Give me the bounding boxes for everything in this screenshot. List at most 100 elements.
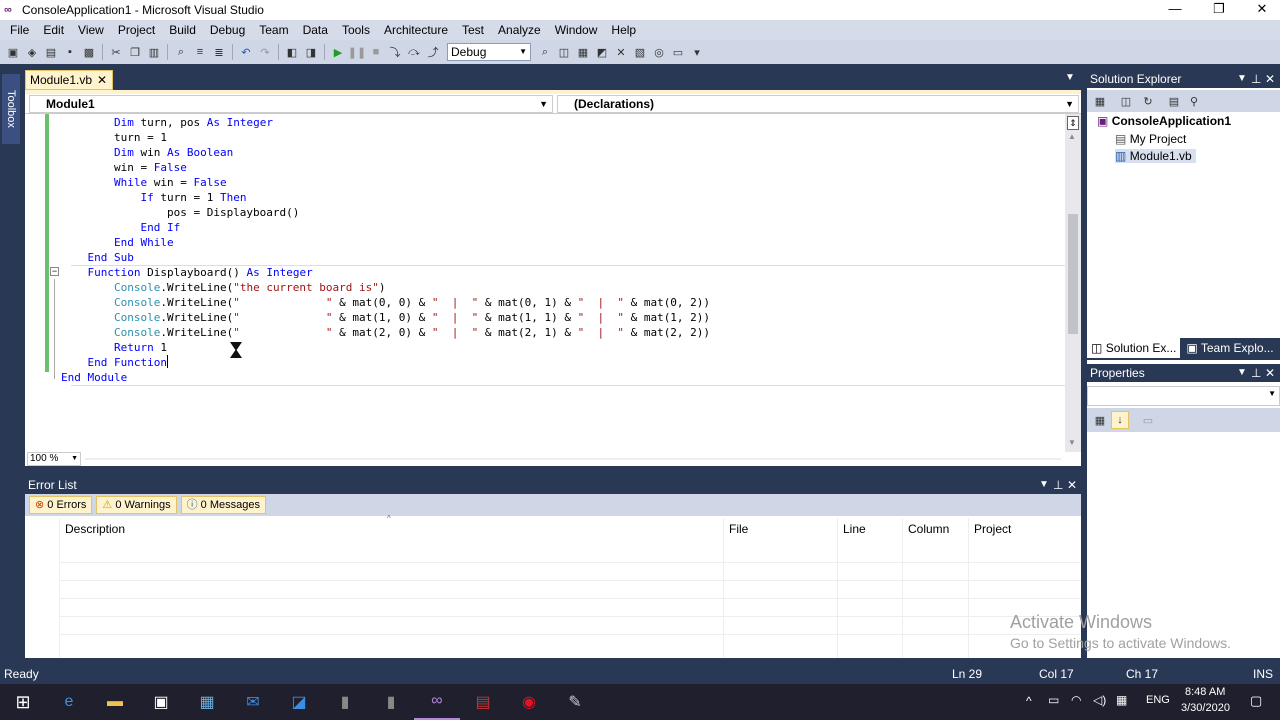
wifi-icon[interactable]: ◠: [1071, 693, 1081, 707]
menu-analyze[interactable]: Analyze: [491, 23, 548, 37]
panel-menu-icon[interactable]: ▼: [1039, 476, 1049, 494]
step-into-icon[interactable]: ⤵: [386, 43, 404, 61]
toolbox-tab[interactable]: Toolbox: [2, 74, 20, 144]
notifications-icon[interactable]: ▢: [1250, 693, 1262, 709]
paste-icon[interactable]: ▥: [145, 43, 163, 61]
start-debugging-icon[interactable]: ▶: [329, 43, 347, 61]
horizontal-scrollbar[interactable]: [85, 458, 1061, 460]
pin-icon[interactable]: ⊥: [1251, 364, 1261, 382]
menu-window[interactable]: Window: [548, 23, 605, 37]
language-indicator[interactable]: ENG: [1146, 694, 1170, 706]
column-line[interactable]: Line: [843, 518, 866, 540]
show-all-files-icon[interactable]: ◫: [1117, 92, 1135, 110]
save-all-icon[interactable]: ▩: [80, 43, 98, 61]
class-diagram-icon[interactable]: ⚲: [1185, 92, 1203, 110]
restore-button[interactable]: ❐: [1197, 0, 1241, 20]
winrar-icon[interactable]: ▤: [460, 684, 506, 720]
tree-item-my-project[interactable]: ▤ My Project: [1115, 132, 1186, 146]
menu-tools[interactable]: Tools: [335, 23, 377, 37]
column-description[interactable]: Description: [65, 518, 125, 540]
tab-solution-explorer[interactable]: ◫ Solution Ex...: [1087, 338, 1181, 358]
show-hidden-icons-icon[interactable]: ^: [1026, 694, 1032, 708]
panel-menu-icon[interactable]: ▼: [1237, 364, 1247, 382]
mail-icon[interactable]: ✉: [230, 684, 276, 720]
toolbar-options-icon[interactable]: ▾: [688, 43, 706, 61]
menu-team[interactable]: Team: [252, 23, 295, 37]
file-explorer-icon[interactable]: ▬: [92, 684, 138, 720]
step-out-icon[interactable]: ⤴: [424, 43, 442, 61]
pin-icon[interactable]: ⊥: [1053, 476, 1063, 494]
cut-icon[interactable]: ✂: [107, 43, 125, 61]
tree-item-module1[interactable]: ▥ Module1.vb: [1115, 149, 1196, 163]
categorized-icon[interactable]: ▦: [1091, 411, 1109, 429]
close-panel-icon[interactable]: ✕: [1265, 364, 1275, 382]
properties-icon[interactable]: ▦: [574, 43, 592, 61]
volume-icon[interactable]: ◁): [1093, 693, 1106, 707]
start-page-icon[interactable]: ▭: [669, 43, 687, 61]
copy-icon[interactable]: ❐: [126, 43, 144, 61]
panel-menu-icon[interactable]: ▼: [1237, 70, 1247, 88]
pause-icon[interactable]: ❚❚: [348, 43, 366, 61]
menu-architecture[interactable]: Architecture: [377, 23, 455, 37]
paint-icon[interactable]: ✎: [552, 684, 598, 720]
scroll-thumb[interactable]: [1068, 214, 1078, 334]
mouse-app-2-icon[interactable]: ▮: [368, 684, 414, 720]
menu-view[interactable]: View: [71, 23, 111, 37]
column-file[interactable]: File: [729, 518, 748, 540]
edge-icon[interactable]: e: [46, 684, 92, 720]
navigate-forward-icon[interactable]: ◨: [302, 43, 320, 61]
start-button-icon[interactable]: ⊞: [0, 684, 46, 720]
menu-build[interactable]: Build: [162, 23, 203, 37]
tree-root[interactable]: ▣ ConsoleApplication1: [1097, 114, 1231, 128]
zoom-select[interactable]: 100 % ▼: [27, 452, 81, 466]
save-icon[interactable]: ▪: [61, 43, 79, 61]
type-dropdown[interactable]: Module1 ▼: [29, 95, 553, 113]
clock-time[interactable]: 8:48 AM: [1185, 686, 1225, 698]
undo-icon[interactable]: ↶: [237, 43, 255, 61]
column-column[interactable]: Column: [908, 518, 949, 540]
member-dropdown[interactable]: (Declarations) ▼: [557, 95, 1079, 113]
view-code-icon[interactable]: ▤: [1165, 92, 1183, 110]
tab-module1[interactable]: Module1.vb ✕: [25, 70, 113, 90]
alphabetical-icon[interactable]: ↓: [1111, 411, 1129, 429]
property-pages-icon[interactable]: ▭: [1139, 411, 1157, 429]
navigate-backward-icon[interactable]: ◧: [283, 43, 301, 61]
clock-date[interactable]: 3/30/2020: [1181, 702, 1230, 714]
add-item-icon[interactable]: ◈: [23, 43, 41, 61]
object-browser-icon[interactable]: ◩: [593, 43, 611, 61]
battery-icon[interactable]: ▭: [1048, 693, 1059, 707]
menu-project[interactable]: Project: [111, 23, 162, 37]
pin-icon[interactable]: ⊥: [1251, 70, 1261, 88]
mouse-app-icon[interactable]: ▮: [322, 684, 368, 720]
comment-icon[interactable]: ≡: [191, 43, 209, 61]
errors-filter[interactable]: ⊗ 0 Errors: [29, 496, 93, 514]
close-panel-icon[interactable]: ✕: [1265, 70, 1275, 88]
menu-edit[interactable]: Edit: [36, 23, 71, 37]
keyboard-icon[interactable]: ▦: [1116, 693, 1127, 707]
menu-debug[interactable]: Debug: [203, 23, 252, 37]
store-icon[interactable]: ▣: [138, 684, 184, 720]
uncomment-icon[interactable]: ≣: [210, 43, 228, 61]
minimize-button[interactable]: —: [1153, 0, 1197, 20]
menu-test[interactable]: Test: [455, 23, 491, 37]
new-project-icon[interactable]: ▣: [4, 43, 22, 61]
tab-team-explorer[interactable]: ▣ Team Explo...: [1182, 338, 1277, 358]
menu-help[interactable]: Help: [604, 23, 643, 37]
visual-studio-icon[interactable]: ∞: [414, 684, 460, 720]
column-project[interactable]: Project: [974, 518, 1011, 540]
solution-explorer-icon[interactable]: ◫: [555, 43, 573, 61]
tab-overflow-icon[interactable]: ▼: [1065, 72, 1075, 83]
close-tab-icon[interactable]: ✕: [97, 71, 107, 89]
warnings-filter[interactable]: ⚠ 0 Warnings: [96, 496, 177, 514]
code-editor[interactable]: − Dim turn, pos As Integer turn = 1 Dim …: [25, 114, 1065, 454]
solution-configuration-select[interactable]: Debug ▼: [447, 43, 531, 61]
toolbox-icon[interactable]: ✕: [612, 43, 630, 61]
messages-filter[interactable]: ⓘ 0 Messages: [180, 496, 266, 514]
redo-icon[interactable]: ↷: [256, 43, 274, 61]
stop-icon[interactable]: ■: [367, 43, 385, 61]
calculator-icon[interactable]: ▦: [184, 684, 230, 720]
open-file-icon[interactable]: ▤: [42, 43, 60, 61]
extension-manager-icon[interactable]: ▧: [631, 43, 649, 61]
close-panel-icon[interactable]: ✕: [1067, 476, 1077, 494]
step-over-icon[interactable]: ⤼: [405, 43, 423, 61]
